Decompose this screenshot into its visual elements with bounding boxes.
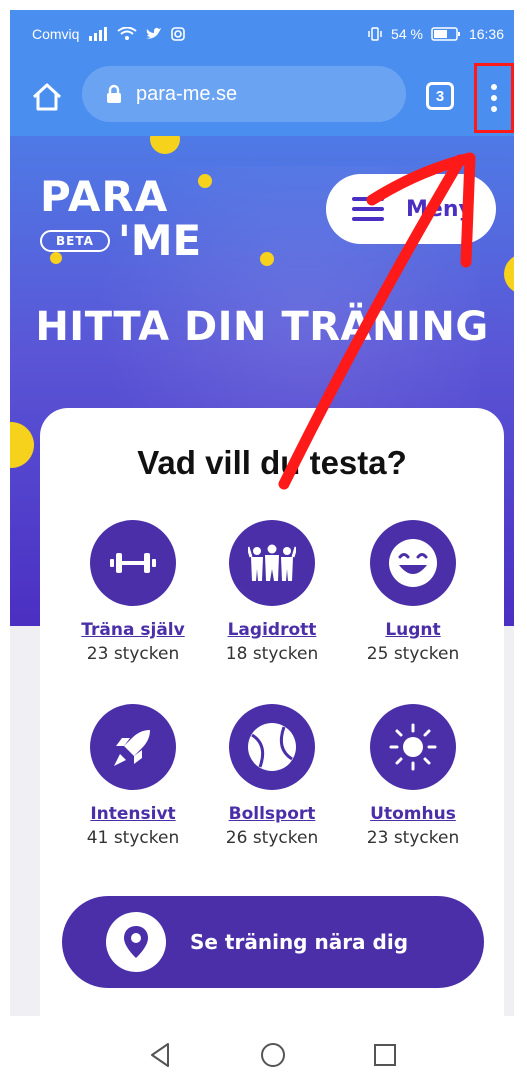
- cta-label: Se träning nära dig: [190, 930, 409, 954]
- smiley-icon: [370, 520, 456, 606]
- browser-menu-button[interactable]: [474, 63, 514, 133]
- decor-dot: [150, 136, 180, 154]
- vibrate-icon: [368, 27, 382, 41]
- category-count: 41 stycken: [86, 828, 180, 848]
- team-icon: [229, 520, 315, 606]
- logo-line-2: 'ME: [117, 216, 202, 265]
- decor-dot: [10, 422, 34, 468]
- recents-icon[interactable]: [370, 1040, 400, 1070]
- category-count: 23 stycken: [366, 828, 460, 848]
- hamburger-icon: [352, 197, 384, 221]
- menu-label: Meny: [406, 196, 473, 222]
- category-count: 23 stycken: [86, 644, 180, 664]
- browser-toolbar: para-me.se 3: [10, 58, 514, 136]
- category-name[interactable]: Intensivt: [58, 804, 208, 824]
- lock-icon: [107, 84, 121, 103]
- ball-icon: [229, 704, 315, 790]
- category-name[interactable]: Bollsport: [197, 804, 347, 824]
- twitter-icon: [146, 27, 162, 39]
- tab-count: 3: [435, 87, 445, 105]
- category-lagidrott[interactable]: Lagidrott 18 stycken: [197, 520, 347, 664]
- tab-switcher-button[interactable]: 3: [426, 82, 454, 110]
- wifi-icon: [117, 27, 138, 40]
- url-text: para-me.se: [136, 82, 238, 105]
- category-count: 26 stycken: [225, 828, 319, 848]
- sun-icon: [370, 704, 456, 790]
- menu-dot-icon: [491, 84, 497, 90]
- site-menu-button[interactable]: Meny: [326, 174, 496, 244]
- category-lugnt[interactable]: Lugnt 25 stycken: [338, 520, 488, 664]
- battery-percent: 54 %: [391, 26, 423, 42]
- hero-title: HITTA DIN TRÄNING: [35, 304, 489, 350]
- android-nav-bar: [0, 1030, 527, 1083]
- address-bar[interactable]: para-me.se: [82, 66, 406, 122]
- instagram-icon: [171, 27, 186, 41]
- card-title: Vad vill du testa?: [137, 444, 407, 481]
- category-bollsport[interactable]: Bollsport 26 stycken: [197, 704, 347, 848]
- category-trana-sjalv[interactable]: Träna själv 23 stycken: [58, 520, 208, 664]
- category-name[interactable]: Träna själv: [58, 620, 208, 640]
- home-icon[interactable]: [30, 80, 64, 114]
- location-pin-icon: [106, 912, 166, 972]
- carrier-label: Comviq: [32, 26, 80, 42]
- category-name[interactable]: Utomhus: [338, 804, 488, 824]
- beta-badge: BETA: [40, 230, 110, 252]
- category-count: 25 stycken: [366, 644, 460, 664]
- find-training-near-you-button[interactable]: Se träning nära dig: [62, 896, 484, 988]
- menu-dot-icon: [491, 106, 497, 112]
- rocket-icon: [90, 704, 176, 790]
- home-circle-icon[interactable]: [258, 1040, 288, 1070]
- back-icon[interactable]: [146, 1040, 176, 1070]
- logo-line-1: PARA: [40, 172, 169, 221]
- decor-dot: [504, 254, 514, 294]
- signal-icon: [89, 27, 108, 41]
- category-name[interactable]: Lagidrott: [197, 620, 347, 640]
- para-me-logo[interactable]: PARA BETA 'ME: [40, 176, 201, 262]
- category-card: Vad vill du testa? Träna själv 23 stycke…: [40, 408, 504, 1048]
- clock: 16:36: [468, 26, 504, 42]
- menu-dot-icon: [491, 95, 497, 101]
- category-count: 18 stycken: [225, 644, 319, 664]
- category-utomhus[interactable]: Utomhus 23 stycken: [338, 704, 488, 848]
- dumbbell-icon: [90, 520, 176, 606]
- category-intensivt[interactable]: Intensivt 41 stycken: [58, 704, 208, 848]
- battery-icon: [431, 27, 460, 41]
- category-name[interactable]: Lugnt: [338, 620, 488, 640]
- decor-dot: [260, 252, 274, 266]
- status-bar: Comviq 54 % 16:36: [10, 10, 514, 58]
